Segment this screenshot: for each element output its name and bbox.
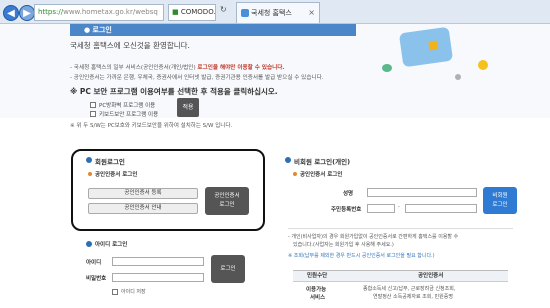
bullet-icon bbox=[285, 157, 291, 163]
tab-favicon-icon bbox=[241, 9, 249, 17]
notice1-highlight: 로그인을 해야만 이용할 수 있습니다. bbox=[197, 65, 285, 71]
service-col-2: 공인인증서 bbox=[418, 273, 444, 279]
welcome-text: 국세청 홈택스에 오신것을 환영합니다. bbox=[70, 41, 190, 50]
notice-line-2: - 공인인증서는 가까운 은행, 우체국, 증권사에서 인터넷 발급, 증권기관… bbox=[70, 75, 324, 81]
password-label: 비밀번호 bbox=[86, 276, 107, 282]
forward-button[interactable]: ▶ bbox=[19, 5, 35, 21]
secure-folder-icon bbox=[398, 26, 454, 68]
nonmember-cert-subtitle: 공인인증서 로그인 bbox=[300, 172, 343, 178]
sub-bullet-icon bbox=[293, 172, 297, 176]
cert-guide-button[interactable]: 공인인증서 안내 bbox=[88, 203, 198, 214]
member-cert-subtitle: 공인인증서 로그인 bbox=[95, 172, 138, 178]
divider bbox=[288, 228, 513, 229]
service-row-label-1: 이용가능 bbox=[306, 287, 327, 293]
id-login-title: 아이디 로그인 bbox=[95, 242, 128, 248]
nonmember-btn-line2: 로그인 bbox=[492, 201, 508, 208]
back-button[interactable]: ◀ bbox=[3, 5, 19, 21]
cert-login-line2: 로그인 bbox=[219, 202, 235, 208]
cert-text: COMODO... bbox=[180, 8, 216, 16]
name-input[interactable] bbox=[367, 188, 477, 197]
login-tab: ● 로그인 bbox=[70, 24, 356, 36]
rrn-back-input[interactable] bbox=[405, 204, 477, 213]
keyboard-security-label: 키보드보안 프로그램 이용 bbox=[99, 112, 159, 118]
id-login-label: 로그인 bbox=[220, 265, 236, 272]
member-login-title: 회원로그인 bbox=[95, 158, 125, 166]
keyboard-security-checkbox[interactable] bbox=[90, 111, 96, 117]
save-id-checkbox[interactable] bbox=[112, 289, 118, 295]
save-id-label: 아이디 저장 bbox=[121, 289, 146, 295]
lock-icon: ■ bbox=[172, 8, 179, 16]
address-url: www.hometax.go.kr/websq bbox=[63, 8, 158, 16]
password-input[interactable] bbox=[112, 273, 204, 282]
security-note: ※ 위 두 S/W는 PC보호와 키보드보안을 위하여 설치하는 S/W 입니다… bbox=[70, 123, 233, 129]
rrn-front-input[interactable] bbox=[367, 204, 395, 213]
notice1-text: - 국세청 홈택스의 일부 서비스(공인인증서(개인/법인) bbox=[70, 65, 196, 71]
name-label: 성명 bbox=[343, 191, 354, 197]
tab-close-icon[interactable]: × bbox=[308, 3, 315, 23]
firewall-checkbox[interactable] bbox=[90, 102, 96, 108]
cert-login-button[interactable]: 공인인증서 로그인 bbox=[205, 187, 249, 215]
decor-leaf-icon bbox=[382, 64, 392, 72]
id-login-button[interactable]: 로그인 bbox=[211, 255, 245, 283]
address-scheme: https:// bbox=[38, 8, 64, 16]
cert-login-line1: 공인인증서 bbox=[214, 193, 240, 199]
nonmember-note-1: - 개인(비사업자)의 경우 회원가입없이 공인인증서로 간편하게 홈택스를 이… bbox=[288, 234, 459, 240]
service-col-1: 민원수단 bbox=[307, 273, 328, 279]
id-label: 아이디 bbox=[86, 260, 102, 266]
browser-tab[interactable]: 국세청 홈택스 × bbox=[236, 2, 320, 23]
rrn-label: 주민등록번호 bbox=[331, 207, 362, 213]
address-bar[interactable]: https://www.hometax.go.kr/websq bbox=[34, 4, 164, 21]
firewall-label: PC방화벽 프로그램 이용 bbox=[99, 103, 156, 109]
service-table-header: 민원수단 공인인증서 bbox=[293, 270, 508, 282]
id-input[interactable] bbox=[112, 257, 204, 266]
nonmember-login-title: 비회원 로그인(개인) bbox=[294, 158, 351, 166]
padlock-icon bbox=[428, 40, 439, 51]
tab-title: 국세청 홈택스 bbox=[251, 9, 292, 17]
login-tab-label: 로그인 bbox=[92, 26, 112, 34]
bullet-icon bbox=[86, 241, 92, 247]
service-row-text-1: 종합소득세 신고/납부, 근로장려금 신청조회, bbox=[363, 286, 456, 292]
nonmember-btn-line1: 비회원 bbox=[492, 192, 508, 199]
decor-dot-icon bbox=[455, 74, 461, 80]
nonmember-note-2: 있습니다.(사업자는 회원가입 후 사용해 주세요.) bbox=[293, 242, 394, 248]
login-header bbox=[0, 24, 550, 118]
certificate-indicator[interactable]: ■ COMODO... bbox=[168, 4, 216, 21]
rrn-dash: - bbox=[398, 204, 400, 210]
service-row-label-2: 서비스 bbox=[310, 295, 326, 301]
refresh-icon[interactable]: ↻ bbox=[220, 5, 227, 14]
bullet-icon bbox=[86, 157, 92, 163]
nonmember-note-3: ※ 조회(납부를 제외한 경우 반드시 공인인증서 로그인을 필요 합니다.) bbox=[288, 253, 435, 259]
nonmember-login-button[interactable]: 비회원 로그인 bbox=[483, 187, 517, 214]
dot-icon: ● bbox=[84, 26, 93, 34]
cert-register-button[interactable]: 공인인증서 등록 bbox=[88, 188, 198, 199]
pc-security-question: ※ PC 보안 프로그램 이용여부를 선택한 후 적용을 클릭하십시오. bbox=[70, 87, 278, 96]
service-row-text-2: 연말정산 소득공제자료 조회, 민원증명 bbox=[373, 294, 453, 300]
sub-bullet-icon bbox=[88, 172, 92, 176]
apply-button[interactable]: 적용 bbox=[177, 98, 199, 117]
decor-circle-icon bbox=[478, 60, 488, 70]
notice-line-1: - 국세청 홈택스의 일부 서비스(공인인증서(개인/법인) 로그인을 해야만 … bbox=[70, 63, 285, 71]
